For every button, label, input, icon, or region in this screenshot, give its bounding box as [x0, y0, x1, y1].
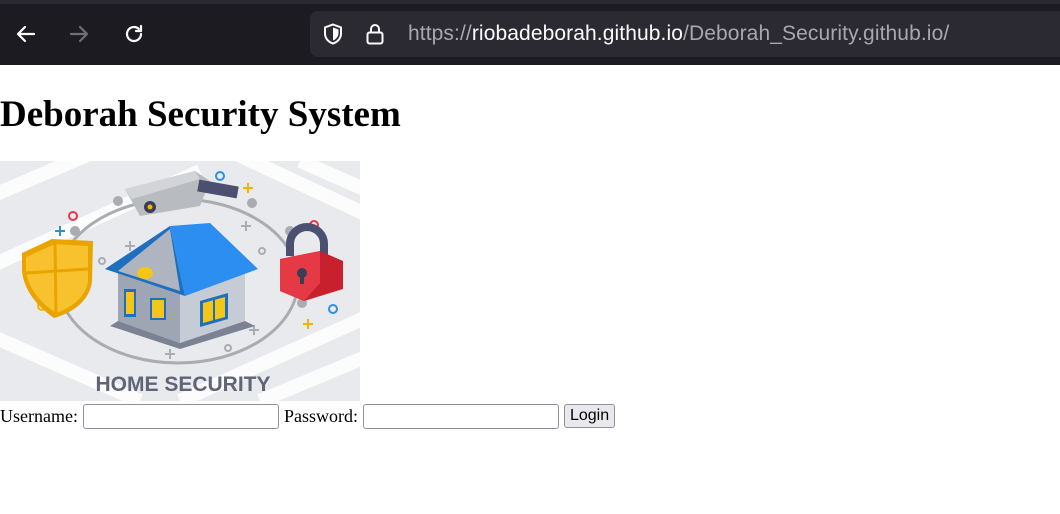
back-button[interactable]: [10, 18, 42, 50]
lock-icon[interactable]: [362, 21, 388, 47]
page-content: Deborah Security System HOME SECURITY Us…: [0, 93, 1060, 431]
reload-icon: [125, 24, 143, 43]
reload-button[interactable]: [118, 18, 150, 50]
login-button[interactable]: Login: [563, 404, 616, 428]
hero-caption: HOME SECURITY: [95, 373, 270, 396]
password-label: Password:: [283, 405, 358, 426]
password-input[interactable]: [362, 403, 559, 429]
url-text[interactable]: https://riobadeborah.github.io/Deborah_S…: [408, 22, 949, 46]
browser-toolbar: https://riobadeborah.github.io/Deborah_S…: [0, 0, 1060, 65]
url-scheme: https://: [408, 22, 472, 45]
forward-button[interactable]: [63, 18, 95, 50]
url-bar[interactable]: https://riobadeborah.github.io/Deborah_S…: [310, 11, 1060, 57]
shield-icon[interactable]: [320, 21, 346, 47]
url-host: riobadeborah.github.io: [471, 22, 684, 45]
username-label: Username:: [0, 405, 78, 426]
username-input[interactable]: [82, 403, 279, 429]
arrow-left-icon: [16, 25, 36, 43]
arrow-right-icon: [69, 25, 89, 43]
login-form: Username: Password: Login: [0, 401, 1060, 431]
home-security-image: HOME SECURITY: [0, 161, 360, 401]
url-path: /Deborah_Security.github.io/: [683, 22, 950, 45]
page-title: Deborah Security System: [0, 94, 401, 135]
